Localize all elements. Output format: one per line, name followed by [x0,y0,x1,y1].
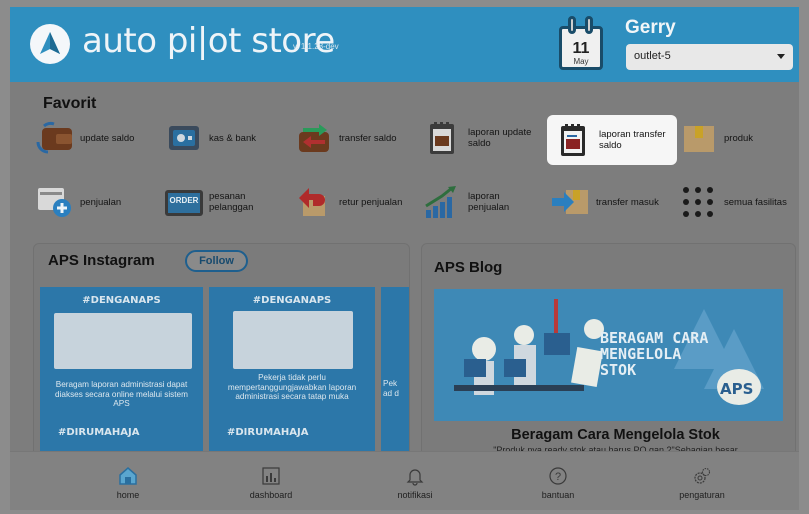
follow-button[interactable]: Follow [185,250,248,272]
ig-post-text: Pek ad d [383,379,399,398]
outlet-select[interactable]: outlet-5 [626,44,793,70]
fav-label: laporan update saldo [468,127,532,149]
fav-laporan-transfer-saldo[interactable]: laporan transfer saldo [547,115,677,165]
fav-transfer-masuk[interactable]: transfer masuk [550,182,659,222]
svg-text:ORDER: ORDER [170,196,199,205]
fav-label: penjualan [80,196,122,208]
box-icon [678,120,720,156]
ig-post-text: Pekerja tidak perlu mempertanggungjawabk… [227,373,357,401]
gears-icon [692,466,712,486]
instagram-post[interactable]: Pek ad d [381,287,409,452]
app-logo-icon [30,24,70,64]
nav-label: pengaturan [679,490,725,500]
order-icon: ORDER [163,184,205,220]
nav-label: dashboard [249,490,293,500]
nav-dashboard[interactable]: dashboard [211,452,331,510]
app-version: v. 1.1.28-dev [293,42,339,51]
fav-label: transfer saldo [339,132,397,144]
bar-chart-icon [261,466,281,486]
fav-penjualan[interactable]: penjualan [34,182,121,222]
ig-post-tag: #DENGANAPS [252,295,332,306]
ig-post-bottom-tag: #DIRUMAHAJA [58,427,140,438]
user-name: Gerry [625,17,676,38]
fav-laporan-penjualan[interactable]: laporan penjualan [422,182,528,222]
app-header: auto pi|ot store v. 1.1.28-dev 11 May Ge… [10,7,799,82]
svg-text:?: ? [555,471,561,483]
growth-chart-icon [422,184,464,220]
fav-label: update saldo [80,132,135,144]
nav-label: home [116,490,140,500]
nav-notifikasi[interactable]: notifikasi [355,452,475,510]
bell-icon [405,466,425,486]
instagram-post[interactable]: #DENGANAPS Beragam laporan administrasi … [40,287,203,452]
fav-transfer-saldo[interactable]: transfer saldo [293,118,397,158]
fav-label: produk [724,132,754,144]
incoming-transfer-icon [550,184,592,220]
ig-post-text: Beragam laporan administrasi dapat diaks… [55,380,188,408]
fav-semua-fasilitas[interactable]: semua fasilitas [678,182,787,222]
calendar-ring [585,16,593,34]
home-icon [118,466,138,486]
nav-bantuan[interactable]: ? bantuan [498,452,618,510]
fav-laporan-update-saldo[interactable]: laporan update saldo [422,118,538,158]
outlet-select-value: outlet-5 [634,50,671,62]
blog-headline[interactable]: Beragam Cara Mengelola Stok [441,427,790,443]
nav-label: notifikasi [397,490,433,500]
instagram-title: APS Instagram [48,252,155,269]
help-icon: ? [548,466,568,486]
bottom-nav: home dashboard notifikasi ? bantuan peng… [10,451,799,510]
ig-post-tag: #DENGANAPS [82,295,161,306]
fav-label: kas & bank [209,132,256,144]
report-transfer-icon [553,122,595,158]
calendar-month: May [573,57,589,66]
instagram-post[interactable]: #DENGANAPS Pekerja tidak perlu mempertan… [209,287,375,452]
nav-label: bantuan [541,490,575,500]
report-icon [422,120,464,156]
calendar-ring [568,16,576,34]
fav-update-saldo[interactable]: update saldo [34,118,134,158]
fav-label: retur penjualan [339,196,403,208]
ig-post-screenshot [233,311,353,369]
fav-label: transfer masuk [596,196,659,208]
grid-dots-icon [678,184,720,220]
nav-pengaturan[interactable]: pengaturan [642,452,762,510]
fav-label: laporan penjualan [468,191,510,213]
fav-pesanan-pelanggan[interactable]: ORDER pesanan pelanggan [163,182,267,222]
fav-produk[interactable]: produk [678,118,753,158]
calendar-body: 11 May [559,26,603,70]
chevron-down-icon [777,54,785,59]
fav-kas-bank[interactable]: kas & bank [163,118,256,158]
calendar-day: 11 [572,40,590,57]
fav-label: semua fasilitas [724,196,787,208]
ig-post-screenshot [54,313,192,369]
nav-home[interactable]: home [68,452,188,510]
return-icon [293,184,335,220]
fav-retur-penjualan[interactable]: retur penjualan [293,182,402,222]
wallet-transfer-icon [293,120,335,156]
app-brand: auto pi|ot store [82,21,335,61]
fav-label: pesanan pelanggan [209,191,254,213]
blog-image-text: BERAGAM CARA MENGELOLA STOK [600,329,709,379]
app-screen: auto pi|ot store v. 1.1.28-dev 11 May Ge… [10,7,799,510]
blog-title: APS Blog [434,259,503,276]
ig-post-bottom-tag: #DIRUMAHAJA [227,427,309,438]
fav-label: laporan transfer saldo [599,129,666,151]
favorit-title: Favorit [43,95,97,112]
calendar-icon: 11 May [557,16,605,72]
wallet-refresh-icon [34,120,76,156]
safe-icon [163,120,205,156]
aps-badge: APS [720,380,754,398]
sales-add-icon [34,184,76,220]
